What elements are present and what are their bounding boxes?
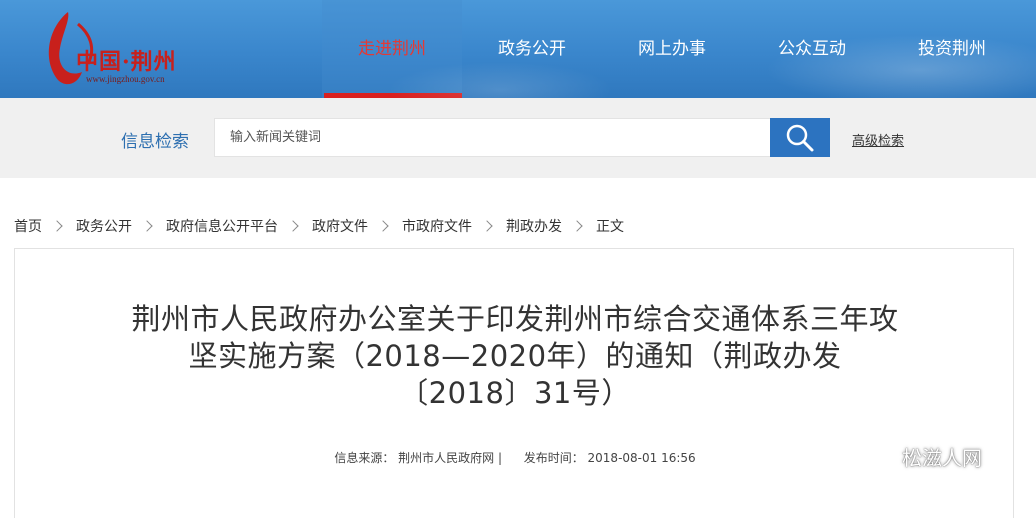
publish-label: 发布时间：	[523, 451, 584, 465]
breadcrumb-item[interactable]: 政府文件	[312, 216, 368, 236]
site-header: 中国·荆州 www.jingzhou.gov.cn 走进荆州 政务公开 网上办事…	[0, 0, 1036, 98]
breadcrumb-item[interactable]: 市政府文件	[402, 216, 472, 236]
breadcrumb-current: 正文	[596, 219, 624, 235]
article-title: 荆州市人民政府办公室关于印发荆州市综合交通体系三年攻 坚实施方案（2018—20…	[75, 301, 955, 412]
publish-value: 2018-08-01 16:56	[587, 451, 696, 465]
chevron-right-icon	[571, 220, 583, 232]
nav-item-label: 网上办事	[638, 39, 706, 59]
source-value: 荆州市人民政府网 |	[398, 451, 503, 465]
breadcrumb: 首页 政务公开 政府信息公开平台 政府文件 市政府文件 荆政办发 正文	[14, 216, 624, 236]
nav-item-about[interactable]: 走进荆州	[322, 0, 462, 98]
advanced-search-link[interactable]: 高级检索	[852, 130, 904, 149]
nav-item-interaction[interactable]: 公众互动	[742, 0, 882, 98]
nav-item-online-service[interactable]: 网上办事	[602, 0, 742, 98]
article-title-line: 〔2018〕31号）	[399, 376, 631, 410]
nav-item-label: 公众互动	[778, 39, 846, 59]
logo-url: www.jingzhou.gov.cn	[86, 74, 165, 84]
article-meta: 信息来源： 荆州市人民政府网 | 发布时间： 2018-08-01 16:56	[15, 449, 1015, 466]
nav-item-label: 投资荆州	[918, 39, 986, 59]
main-nav: 走进荆州 政务公开 网上办事 公众互动 投资荆州	[322, 0, 1022, 98]
nav-item-label: 政务公开	[498, 39, 566, 59]
nav-item-label: 走进荆州	[358, 39, 426, 59]
chevron-right-icon	[51, 220, 63, 232]
article-title-line: 荆州市人民政府办公室关于印发荆州市综合交通体系三年攻	[131, 302, 899, 336]
watermark: 松滋人网	[866, 442, 982, 471]
article-panel: 荆州市人民政府办公室关于印发荆州市综合交通体系三年攻 坚实施方案（2018—20…	[14, 248, 1014, 518]
wechat-icon	[866, 445, 896, 467]
search-box	[214, 118, 770, 157]
chevron-right-icon	[287, 220, 299, 232]
search-input[interactable]	[215, 119, 770, 156]
logo-text: 中国·荆州	[76, 49, 177, 75]
chevron-right-icon	[141, 220, 153, 232]
source-label: 信息来源：	[334, 451, 395, 465]
search-icon	[786, 124, 814, 151]
chevron-right-icon	[481, 220, 493, 232]
search-button[interactable]	[770, 118, 830, 157]
site-logo[interactable]: 中国·荆州 www.jingzhou.gov.cn	[38, 8, 218, 88]
watermark-text: 松滋人网	[902, 446, 982, 470]
nav-item-investment[interactable]: 投资荆州	[882, 0, 1022, 98]
article-title-line: 坚实施方案（2018—2020年）的通知（荆政办发	[188, 339, 842, 373]
chevron-right-icon	[377, 220, 389, 232]
breadcrumb-item[interactable]: 荆政办发	[506, 216, 562, 236]
breadcrumb-item[interactable]: 政府信息公开平台	[166, 216, 278, 236]
breadcrumb-home[interactable]: 首页	[14, 216, 42, 236]
search-title: 信息检索	[121, 132, 189, 152]
nav-item-gov-affairs[interactable]: 政务公开	[462, 0, 602, 98]
breadcrumb-item[interactable]: 政务公开	[76, 216, 132, 236]
